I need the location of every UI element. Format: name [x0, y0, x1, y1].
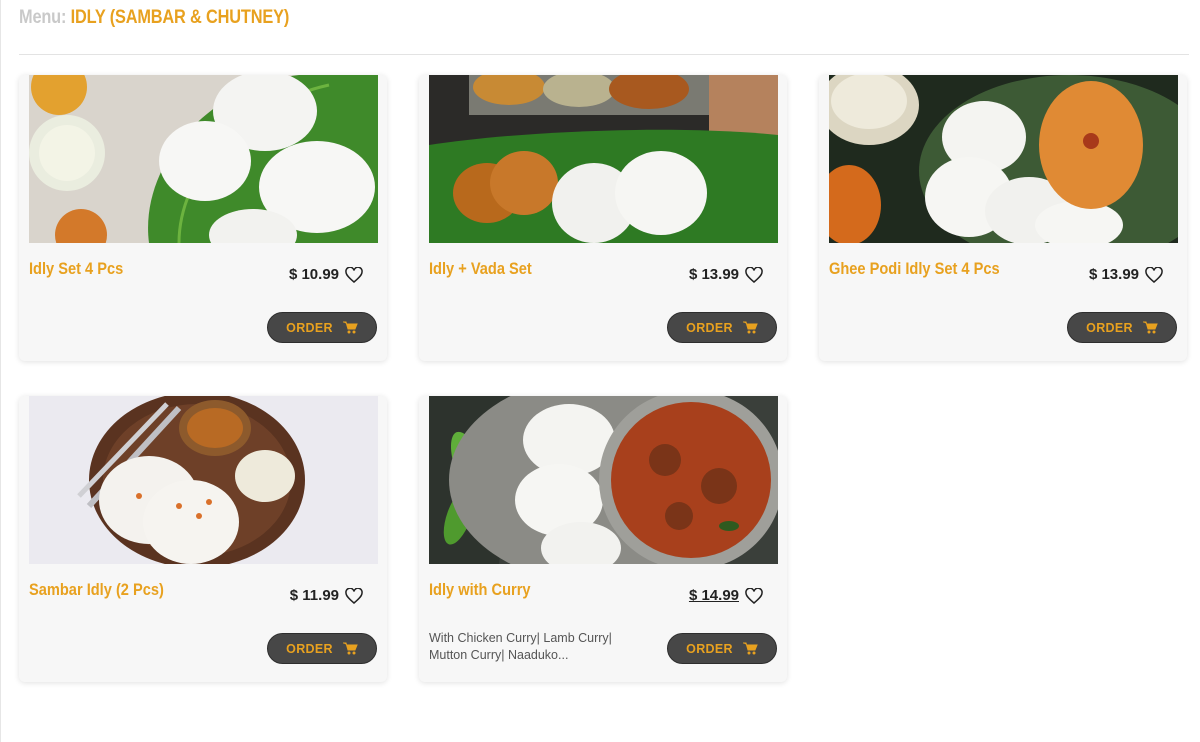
- order-label: ORDER: [1086, 320, 1133, 335]
- item-photo[interactable]: [829, 75, 1178, 243]
- order-label: ORDER: [286, 320, 333, 335]
- heart-outline-icon[interactable]: [345, 266, 363, 283]
- menu-category: IDLY (SAMBAR & CHUTNEY): [70, 7, 290, 28]
- cart-icon: [1142, 321, 1158, 334]
- cart-icon: [742, 642, 758, 655]
- order-button[interactable]: ORDER: [267, 312, 377, 343]
- heart-outline-icon[interactable]: [745, 587, 763, 604]
- order-button[interactable]: ORDER: [667, 633, 777, 664]
- item-name[interactable]: Idly with Curry: [429, 580, 531, 600]
- menu-card: Idly with Curry $ 14.99 With Chicken Cur…: [419, 396, 787, 682]
- order-label: ORDER: [286, 641, 333, 656]
- heart-outline-icon[interactable]: [1145, 266, 1163, 283]
- order-button[interactable]: ORDER: [267, 633, 377, 664]
- item-price: $ 13.99: [1088, 266, 1139, 283]
- item-price: $ 13.99: [688, 266, 739, 283]
- item-photo[interactable]: [29, 396, 378, 564]
- menu-card: Idly + Vada Set $ 13.99 ORDER: [419, 75, 787, 361]
- order-button[interactable]: ORDER: [667, 312, 777, 343]
- heart-outline-icon[interactable]: [745, 266, 763, 283]
- cart-icon: [342, 642, 358, 655]
- item-name[interactable]: Sambar Idly (2 Pcs): [29, 580, 164, 600]
- item-photo[interactable]: [29, 75, 378, 243]
- page-title: Menu: IDLY (SAMBAR & CHUTNEY): [19, 7, 289, 29]
- order-button[interactable]: ORDER: [1067, 312, 1177, 343]
- cart-icon: [742, 321, 758, 334]
- heart-outline-icon[interactable]: [345, 587, 363, 604]
- item-price: $ 10.99: [288, 266, 339, 283]
- item-name[interactable]: Idly Set 4 Pcs: [29, 259, 123, 279]
- cart-icon: [342, 321, 358, 334]
- menu-card: Sambar Idly (2 Pcs) $ 11.99 ORDER: [19, 396, 387, 682]
- order-label: ORDER: [686, 641, 733, 656]
- item-name[interactable]: Idly + Vada Set: [429, 259, 532, 279]
- item-photo[interactable]: [429, 75, 778, 243]
- item-photo[interactable]: [429, 396, 778, 564]
- item-price[interactable]: $ 14.99: [689, 587, 739, 604]
- item-description: With Chicken Curry| Lamb Curry| Mutton C…: [429, 631, 612, 662]
- item-name[interactable]: Ghee Podi Idly Set 4 Pcs: [829, 259, 1000, 279]
- order-label: ORDER: [686, 320, 733, 335]
- menu-card: Ghee Podi Idly Set 4 Pcs $ 13.99 ORDER: [819, 75, 1187, 361]
- item-price: $ 11.99: [289, 587, 339, 604]
- menu-prefix: Menu:: [19, 7, 67, 28]
- menu-card: Idly Set 4 Pcs $ 10.99 ORDER: [19, 75, 387, 361]
- divider: [19, 54, 1189, 55]
